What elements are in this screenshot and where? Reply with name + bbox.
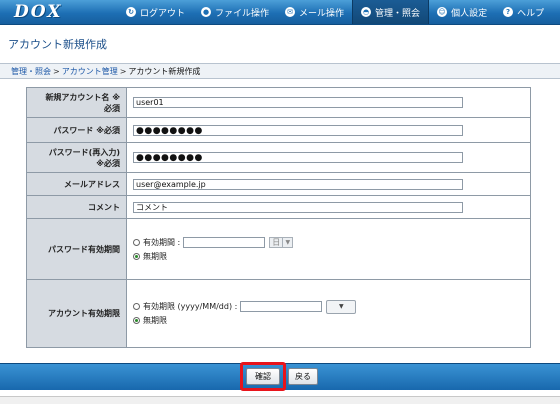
mail-icon: ✉: [285, 7, 296, 17]
top-nav-bar: DOX ↻ ログアウト ● ファイル操作 ✉ メール操作 ◓ 管理・照会 ☺ 個…: [0, 0, 560, 25]
account-expiry-date-input[interactable]: [240, 301, 323, 312]
password-confirm-label: パスワード(再入力) ※必須: [26, 142, 127, 173]
password-expiry-unit-select[interactable]: 日 ▼: [269, 236, 294, 248]
password-label: パスワード ※必須: [26, 117, 127, 143]
password-expiry-period-label: 有効期間 :: [143, 237, 181, 247]
nav-logout[interactable]: ↻ ログアウト: [118, 0, 193, 24]
password-input[interactable]: ●●●●●●●●: [133, 124, 463, 136]
page-title: アカウント新規作成: [8, 38, 107, 51]
breadcrumb-account-management-link[interactable]: アカウント管理: [62, 67, 118, 76]
nav-file-operations[interactable]: ● ファイル操作: [193, 0, 277, 24]
confirm-button-highlight: [240, 362, 286, 391]
breadcrumb-separator: >: [53, 67, 60, 76]
nav-personal-settings[interactable]: ☺ 個人設定: [429, 0, 495, 24]
calendar-dropdown-button[interactable]: ▼: [326, 299, 357, 314]
admin-icon: ◓: [361, 7, 372, 17]
file-icon: ●: [201, 7, 212, 17]
form-row-account-expiry: アカウント有効期限 有効期限 (yyyy/MM/dd) : ▼ 無期限: [26, 279, 531, 348]
chevron-down-icon: ▼: [339, 303, 344, 310]
password-confirm-input[interactable]: ●●●●●●●●: [133, 152, 463, 163]
nav-label: ログアウト: [140, 8, 186, 19]
password-expiry-unlimited-label: 無期限: [143, 251, 167, 261]
chevron-down-icon: ▼: [282, 237, 292, 247]
account-form: 新規アカウント名 ※ 必須 user01 パスワード ※必須 ●●●●●●●● …: [26, 87, 531, 348]
nav-label: 管理・照会: [375, 8, 421, 19]
nav-help[interactable]: ? ヘルプ: [495, 0, 552, 24]
email-label: メールアドレス: [26, 172, 127, 196]
user-icon: ☺: [437, 7, 448, 17]
form-row-password-confirm: パスワード(再入力) ※必須 ●●●●●●●●: [26, 142, 531, 173]
nav-mail-operations[interactable]: ✉ メール操作: [277, 0, 352, 24]
password-expiry-label: パスワード有効期間: [26, 218, 127, 280]
form-row-password: パスワード ※必須 ●●●●●●●●: [26, 117, 531, 143]
password-expiry-period-radio[interactable]: [133, 238, 140, 246]
account-expiry-period-radio[interactable]: [133, 303, 140, 310]
password-expiry-unlimited-radio[interactable]: [133, 252, 140, 260]
comment-label: コメント: [26, 195, 127, 219]
help-icon: ?: [503, 7, 514, 17]
breadcrumb: 管理・照会 > アカウント管理 > アカウント新規作成: [0, 63, 560, 79]
form-row-account-name: 新規アカウント名 ※ 必須 user01: [26, 87, 531, 118]
email-input[interactable]: user@example.jp: [133, 178, 463, 190]
logout-icon: ↻: [126, 7, 136, 17]
account-name-input[interactable]: user01: [133, 97, 463, 108]
account-expiry-label: アカウント有効期限: [26, 279, 127, 348]
nav-label: ファイル操作: [215, 8, 270, 19]
back-button[interactable]: 戻る: [288, 368, 318, 385]
breadcrumb-admin-link[interactable]: 管理・照会: [11, 67, 51, 76]
account-name-label: 新規アカウント名 ※ 必須: [26, 87, 127, 118]
account-expiry-unlimited-label: 無期限: [143, 316, 167, 325]
nav-label: メール操作: [299, 8, 345, 19]
main-nav: ↻ ログアウト ● ファイル操作 ✉ メール操作 ◓ 管理・照会 ☺ 個人設定 …: [118, 0, 552, 24]
comment-input[interactable]: コメント: [133, 201, 463, 213]
breadcrumb-separator: >: [119, 67, 127, 76]
password-expiry-days-input[interactable]: [183, 236, 266, 248]
nav-admin[interactable]: ◓ 管理・照会: [352, 0, 430, 24]
account-expiry-period-label: 有効期限 (yyyy/MM/dd) :: [143, 302, 238, 311]
form-row-comment: コメント コメント: [26, 195, 531, 219]
breadcrumb-current: アカウント新規作成: [128, 67, 201, 76]
form-row-email: メールアドレス user@example.jp: [26, 172, 531, 196]
nav-label: 個人設定: [451, 8, 488, 19]
account-expiry-unlimited-radio[interactable]: [133, 317, 140, 324]
form-row-password-expiry: パスワード有効期間 有効期間 : 日 ▼ 無期限: [26, 218, 531, 280]
app-logo: DOX: [14, 2, 63, 22]
nav-label: ヘルプ: [517, 8, 545, 19]
